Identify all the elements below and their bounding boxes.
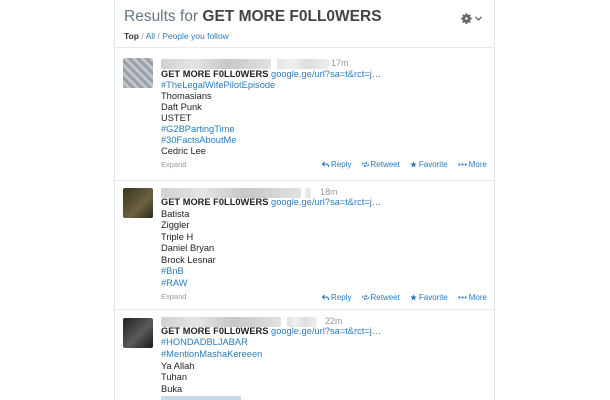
tweet-text-line: Tuhan <box>161 372 188 382</box>
avatar[interactable] <box>123 58 153 88</box>
gear-icon <box>461 12 472 24</box>
chevron-down-icon <box>475 15 482 21</box>
retweet-button[interactable]: Retweet <box>361 293 400 302</box>
retweet-icon <box>361 161 369 168</box>
cut-off-hashtag <box>161 396 241 400</box>
title-query: GET MORE F0LL0WERS <box>202 8 382 25</box>
tweet-timestamp[interactable]: 22m <box>325 316 343 326</box>
favorite-button[interactable]: Favorite <box>410 160 448 169</box>
hashtag[interactable]: #HONDADBLJABAR <box>161 337 248 348</box>
tweet-text-line: Cedric Lee <box>161 146 206 156</box>
tweet-text-line: Ya Allah <box>161 361 195 371</box>
more-label: More <box>468 293 487 302</box>
expand-link[interactable]: Expand <box>161 160 186 169</box>
tweet-headline: GET MORE F0LL0WERS <box>161 326 269 336</box>
favorite-button[interactable]: Favorite <box>410 293 448 302</box>
tweet-headline-line: GET MORE F0LL0WERS google.ge/url?sa=t&rc… <box>161 197 381 208</box>
tweet-text-line: Batista <box>161 209 190 219</box>
hashtag[interactable]: #30FactsAboutMe <box>161 135 236 146</box>
star-icon <box>410 161 417 168</box>
tweet-link[interactable]: google.ge/url?sa=t&rct=j… <box>271 69 381 79</box>
reply-button[interactable]: Reply <box>322 160 352 169</box>
filter-tabs: Top / All / People you follow <box>124 31 229 41</box>
tweet-actions: Reply Retweet Favorite More <box>322 160 487 169</box>
tweet[interactable]: 17m GET MORE F0LL0WERS google.ge/url?sa=… <box>115 49 494 181</box>
hashtag[interactable]: #G2BPartingTime <box>161 124 235 135</box>
avatar[interactable] <box>123 318 153 348</box>
author-handle-blurred[interactable] <box>277 59 329 69</box>
search-results-panel: Results for GET MORE F0LL0WERS Top / All… <box>114 0 495 400</box>
retweet-button[interactable]: Retweet <box>361 160 400 169</box>
tweet[interactable]: 18m GET MORE F0LL0WERS google.ge/url?sa=… <box>115 181 494 310</box>
settings-menu[interactable] <box>460 10 484 26</box>
retweet-icon <box>361 294 369 301</box>
tab-people-you-follow[interactable]: People you follow <box>162 31 229 41</box>
hashtag[interactable]: #RAW <box>161 278 188 289</box>
retweet-label: Retweet <box>370 160 400 169</box>
avatar[interactable] <box>123 188 153 218</box>
expand-link[interactable]: Expand <box>161 292 186 301</box>
filter-separator: / <box>157 31 160 41</box>
more-icon <box>458 163 467 166</box>
reply-icon <box>322 161 330 168</box>
tweet-headline-line: GET MORE F0LL0WERS google.ge/url?sa=t&rc… <box>161 69 381 80</box>
tweet-text-line: Ziggler <box>161 220 190 230</box>
reply-label: Reply <box>331 293 352 302</box>
tab-all[interactable]: All <box>146 31 155 41</box>
tweet-headline: GET MORE F0LL0WERS <box>161 197 269 207</box>
reply-icon <box>322 294 330 301</box>
results-header: Results for GET MORE F0LL0WERS Top / All… <box>115 0 494 48</box>
tab-top[interactable]: Top <box>124 31 139 41</box>
page-title: Results for GET MORE F0LL0WERS <box>124 8 382 26</box>
more-button[interactable]: More <box>458 293 487 302</box>
tweet-timestamp[interactable]: 18m <box>320 187 338 197</box>
tweet-text-line: Brock Lesnar <box>161 255 216 265</box>
tweet-timestamp[interactable]: 17m <box>331 58 349 68</box>
star-icon <box>410 294 417 301</box>
tweet-headline: GET MORE F0LL0WERS <box>161 69 269 79</box>
tweet-link[interactable]: google.ge/url?sa=t&rct=j… <box>271 326 381 336</box>
favorite-label: Favorite <box>418 160 448 169</box>
tweet-text-line: Daniel Bryan <box>161 243 215 253</box>
filter-separator: / <box>141 31 144 41</box>
favorite-label: Favorite <box>418 293 448 302</box>
hashtag[interactable]: #BnB <box>161 266 184 277</box>
hashtag[interactable]: #TheLegalWifePilotEpisode <box>161 80 275 91</box>
tweet-actions: Reply Retweet Favorite More <box>322 293 487 302</box>
tweet-headline-line: GET MORE F0LL0WERS google.ge/url?sa=t&rc… <box>161 326 381 337</box>
more-icon <box>458 296 467 299</box>
retweet-label: Retweet <box>370 293 400 302</box>
tweet-link[interactable]: google.ge/url?sa=t&rct=j… <box>271 197 381 207</box>
tweet-text-line: Buka <box>161 384 183 394</box>
reply-label: Reply <box>331 160 352 169</box>
reply-button[interactable]: Reply <box>322 293 352 302</box>
more-button[interactable]: More <box>458 160 487 169</box>
title-prefix: Results for <box>124 8 199 25</box>
tweet-text-line: USTET <box>161 113 192 123</box>
hashtag[interactable]: #MentionMashaKereeen <box>161 349 262 360</box>
tweet-text-line: Triple H <box>161 232 194 242</box>
author-name-blurred[interactable] <box>161 59 271 69</box>
tweet[interactable]: 22m GET MORE F0LL0WERS google.ge/url?sa=… <box>115 310 494 400</box>
tweet-text-line: Daft Punk <box>161 102 202 112</box>
more-label: More <box>468 160 487 169</box>
tweet-text-line: Thomasians <box>161 91 212 101</box>
